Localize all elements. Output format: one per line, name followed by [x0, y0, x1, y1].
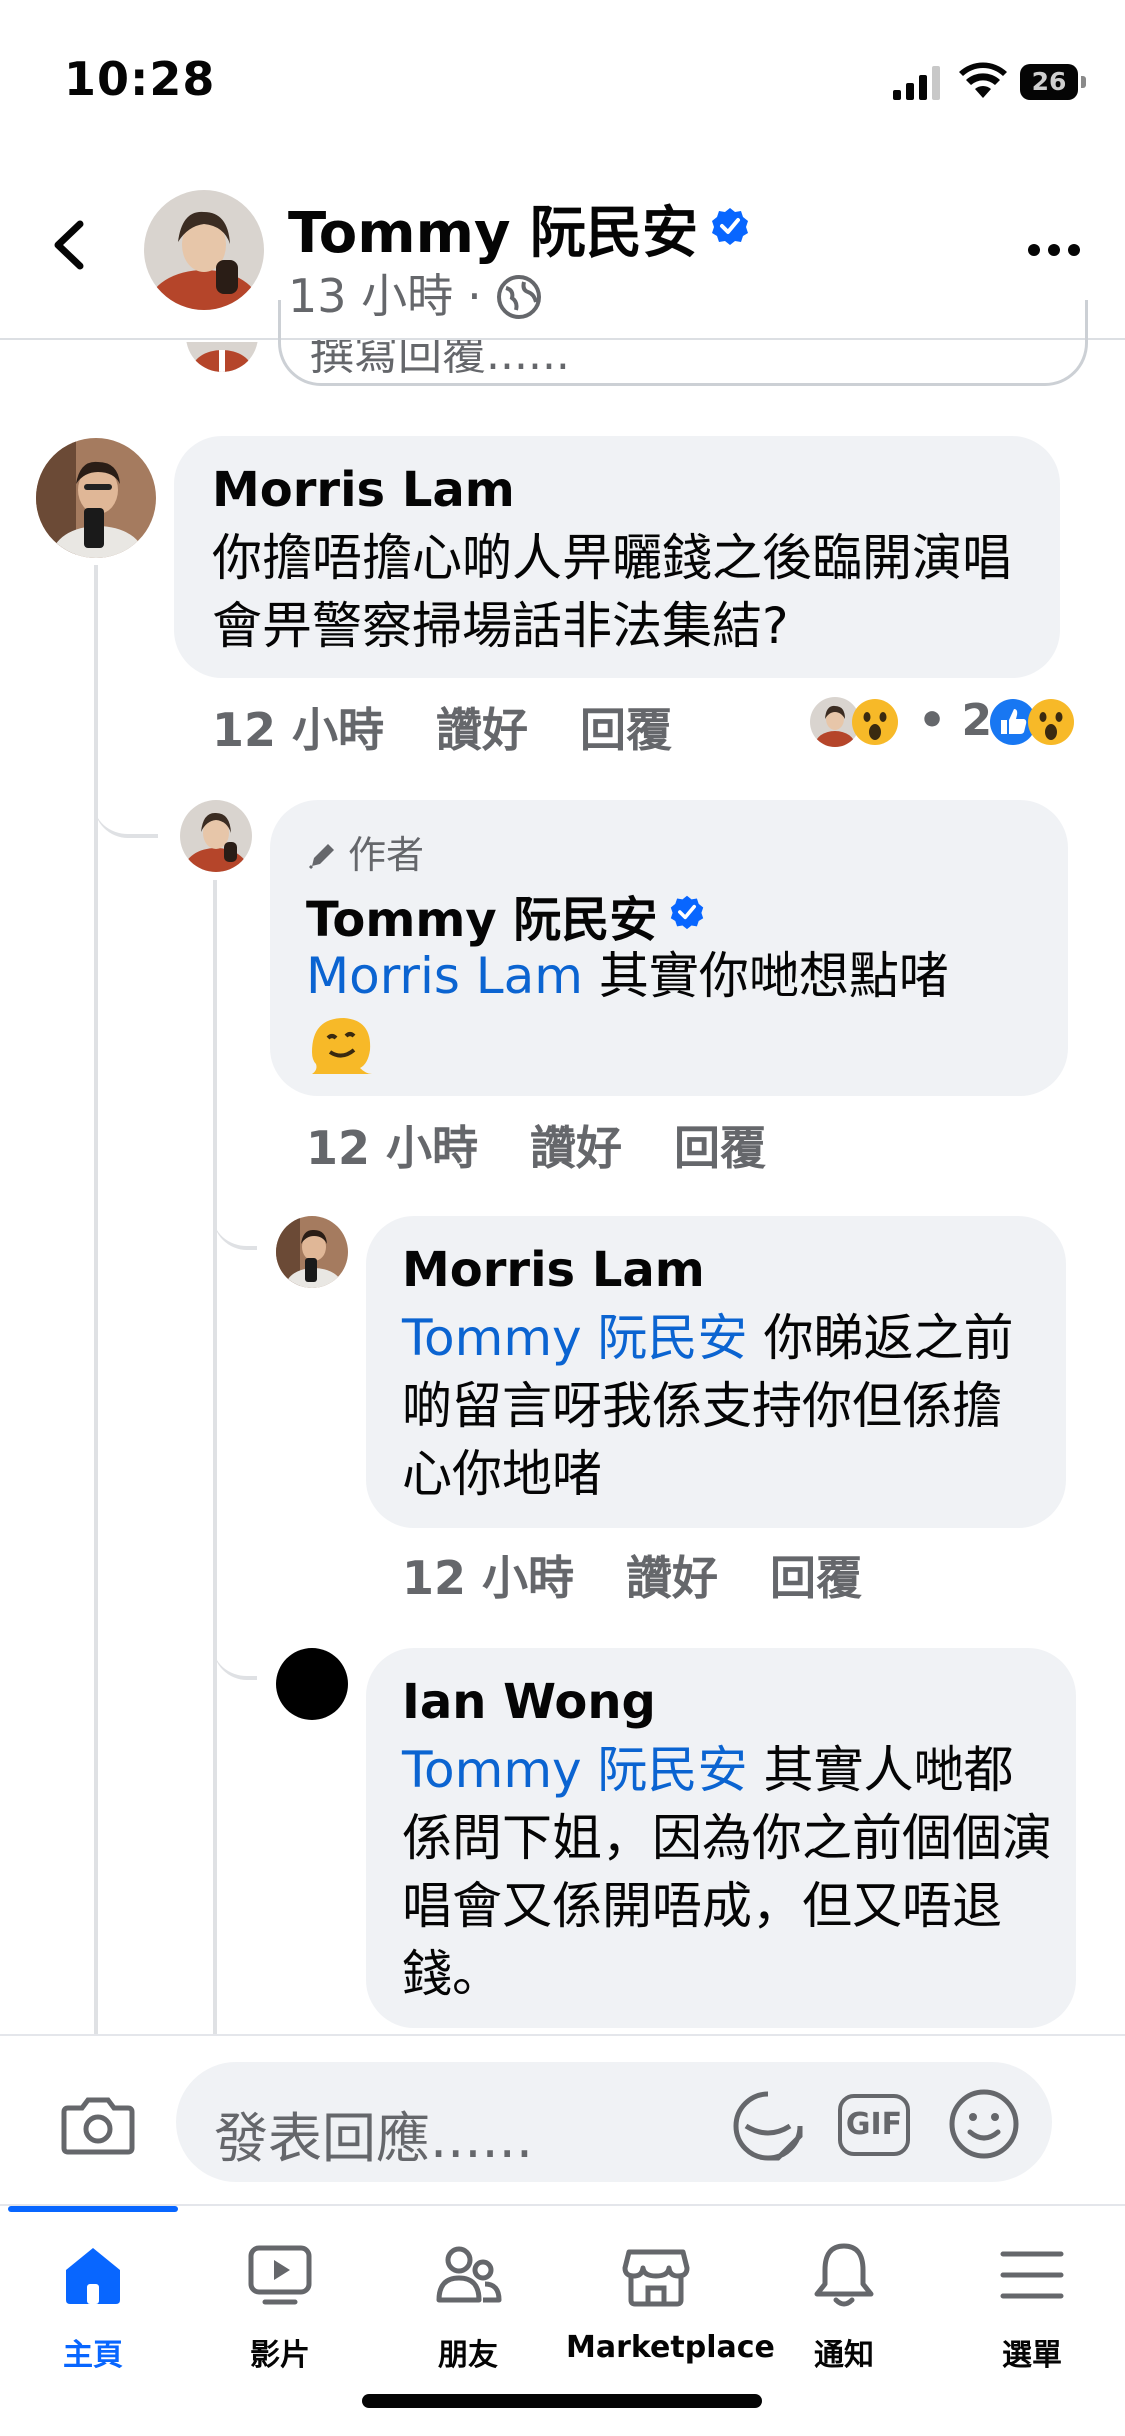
tab-video-label: 影片: [250, 2338, 310, 2373]
video-icon: [248, 2245, 312, 2305]
status-time: 10:28: [64, 52, 216, 106]
friends-icon: [436, 2246, 502, 2303]
tab-friends-label: 朋友: [438, 2338, 498, 2373]
comment-actions: 12 小時 讚好 回覆: [212, 694, 724, 760]
gif-button[interactable]: GIF: [838, 2094, 910, 2156]
header-name-text[interactable]: Tommy 阮民安: [288, 201, 698, 266]
active-tab-indicator: [8, 2206, 178, 2212]
thread-curve-2: [213, 1190, 257, 1250]
back-button[interactable]: [42, 210, 102, 280]
tab-notifications-label: 通知: [814, 2338, 874, 2373]
comment-author[interactable]: Morris Lam: [212, 462, 515, 518]
commenter-avatar[interactable]: [180, 800, 252, 872]
wow-reaction-icon: [1028, 699, 1074, 745]
like-button[interactable]: 讚好: [626, 1551, 718, 1605]
bell-icon: [814, 2243, 874, 2307]
mention-link[interactable]: Tommy 阮民安: [402, 1309, 748, 1367]
mention-link[interactable]: Tommy 阮民安: [402, 1741, 748, 1799]
tab-marketplace-label: Marketplace: [566, 2330, 775, 2365]
comment-author[interactable]: Ian Wong: [402, 1674, 656, 1730]
melting-face-emoji-icon: [312, 1018, 372, 1074]
author-tag: 作者: [306, 824, 424, 879]
wifi-icon: [959, 62, 1007, 98]
mention-link[interactable]: Morris Lam: [306, 947, 583, 1005]
comment-time: 12 小時: [212, 703, 385, 757]
comment-author-text[interactable]: Tommy 阮民安: [306, 892, 657, 948]
tab-menu-label: 選單: [1002, 2338, 1062, 2373]
sticker-icon[interactable]: [730, 2088, 806, 2164]
more-options-button[interactable]: [1024, 230, 1084, 270]
comment-text: Morris Lam 其實你哋想點啫: [306, 942, 1046, 1010]
battery-cap: [1081, 76, 1086, 88]
menu-icon: [1000, 2251, 1064, 2299]
tab-menu[interactable]: 選單: [942, 2230, 1122, 2380]
thread-curve-1: [94, 760, 158, 838]
tab-video[interactable]: 影片: [190, 2230, 370, 2380]
comment-actions: 12 小時 讚好 回覆: [402, 1542, 914, 1608]
camera-icon[interactable]: [60, 2092, 136, 2156]
tab-home-label: 主頁: [63, 2338, 123, 2373]
like-button[interactable]: 讚好: [436, 703, 528, 757]
reaction-summary[interactable]: • 2: [810, 695, 1100, 751]
author-tag-label: 作者: [348, 833, 425, 877]
comment-composer: 發表回應...... GIF: [0, 2034, 1125, 2204]
battery-level: 26: [1031, 67, 1067, 96]
comment-author[interactable]: Morris Lam: [402, 1242, 705, 1298]
marketplace-icon: [622, 2249, 690, 2307]
reply-button[interactable]: 回覆: [674, 1121, 766, 1175]
comment-actions: 12 小時 讚好 回覆: [306, 1112, 818, 1178]
comment-text: 你擔唔擔心啲人畀曬錢之後臨開演唱會畀警察掃場話非法集結?: [212, 529, 1012, 655]
wow-reaction-icon: [852, 699, 898, 745]
comment-time: 12 小時: [402, 1551, 575, 1605]
reply-button[interactable]: 回覆: [580, 703, 672, 757]
battery-icon: 26: [1020, 64, 1078, 100]
home-icon: [66, 2248, 120, 2304]
header-name[interactable]: Tommy 阮民安: [288, 188, 750, 269]
comment-text: Tommy 阮民安 你睇返之前啲留言呀我係支持你但係擔心你地啫: [402, 1304, 1042, 1508]
commenter-avatar[interactable]: [36, 438, 156, 558]
verified-badge-icon: [671, 895, 704, 930]
status-bar: 10:28 26: [0, 0, 1125, 150]
comment-body: 其實你哋想點啫: [598, 947, 949, 1005]
commenter-avatar[interactable]: [276, 1216, 348, 1288]
reaction-count: • 2: [918, 695, 993, 746]
like-button[interactable]: 讚好: [530, 1121, 622, 1175]
comment-time: 12 小時: [306, 1121, 479, 1175]
signal-icon: [893, 66, 940, 100]
verified-badge-icon: [711, 208, 748, 245]
pencil-icon: [308, 844, 334, 870]
commenter-avatar[interactable]: [276, 1648, 348, 1720]
comment-input-placeholder: 發表回應......: [214, 2107, 533, 2170]
home-indicator: [362, 2394, 762, 2408]
tab-marketplace[interactable]: Marketplace: [566, 2230, 775, 2380]
comment-text: Tommy 阮民安 其實人哋都係問下姐，因為你之前個個演唱會又係開唔成，但又唔退…: [402, 1736, 1052, 2008]
tab-friends[interactable]: 朋友: [378, 2230, 558, 2380]
tab-notifications[interactable]: 通知: [754, 2230, 934, 2380]
reply-button[interactable]: 回覆: [770, 1551, 862, 1605]
thread-line-sub: [213, 880, 217, 2034]
header-avatar[interactable]: [144, 190, 264, 310]
emoji-icon[interactable]: [948, 2088, 1020, 2160]
comment-author[interactable]: Tommy 阮民安: [306, 880, 705, 950]
thread-curve-3: [213, 1620, 257, 1680]
tab-home[interactable]: 主頁: [3, 2230, 183, 2380]
